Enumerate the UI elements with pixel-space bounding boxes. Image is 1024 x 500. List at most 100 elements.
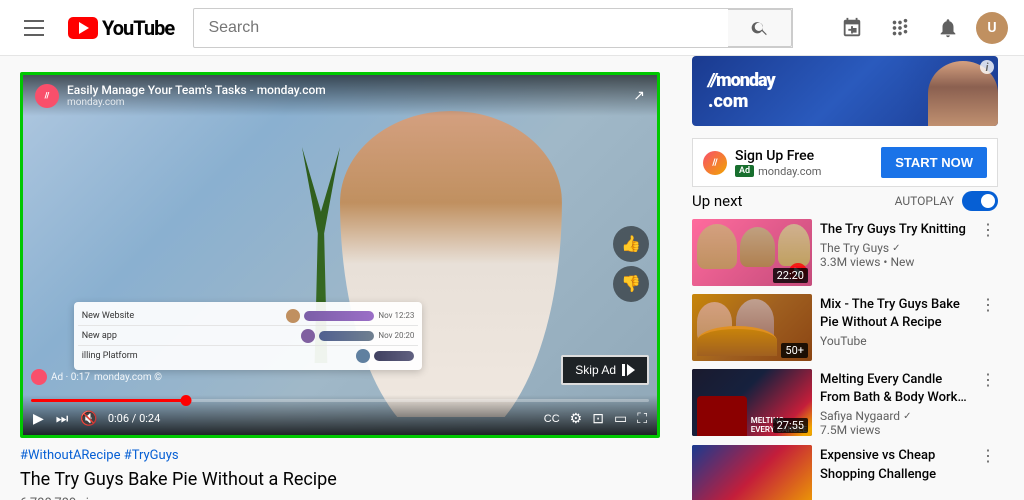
like-button[interactable]: 👍	[613, 226, 649, 262]
video-card-2[interactable]: MELTINGEVERY CANDLE 27:55 Melting Every …	[692, 369, 998, 437]
ad-container: // monday .com i // Sign Up Free	[692, 56, 998, 187]
thumb-2: MELTINGEVERY CANDLE 27:55	[692, 369, 812, 436]
sidebar: // monday .com i // Sign Up Free	[680, 56, 1010, 500]
thumb-face-2	[740, 227, 775, 267]
autoplay-text: AUTOPLAY	[895, 194, 954, 208]
pie-shape	[697, 326, 777, 356]
thumb-bg-3: SALE	[692, 445, 812, 500]
card-more-2[interactable]: ⋮	[978, 369, 998, 389]
search-icon	[751, 19, 769, 37]
channel-name-0: The Try Guys	[820, 241, 889, 255]
ad-info-row: // Sign Up Free Ad monday.com START NOW	[692, 138, 998, 187]
theater-button[interactable]: ▭	[612, 408, 629, 429]
time-current: 0:06	[108, 412, 129, 425]
card-channel-1: YouTube	[820, 334, 970, 348]
progress-bar[interactable]	[31, 399, 649, 402]
card-info-3: Expensive vs Cheap Shopping Challenge	[820, 445, 970, 500]
desk-avatar-2	[301, 329, 315, 343]
verified-icon-2: ✓	[903, 411, 911, 422]
video-card-1[interactable]: 50+ Mix - The Try Guys Bake Pie Without …	[692, 294, 998, 361]
apps-icon[interactable]	[880, 8, 920, 48]
youtube-logo[interactable]: YouTube	[68, 16, 174, 40]
card-views-0: 3.3M views	[820, 255, 880, 269]
time-sep: /	[132, 412, 139, 425]
video-card-0[interactable]: 📡 22:20 The Try Guys Try Knitting The Tr…	[692, 219, 998, 286]
card-more-3[interactable]: ⋮	[978, 445, 998, 465]
card-channel-0: The Try Guys ✓	[820, 241, 970, 255]
desk-bar-3	[374, 351, 414, 361]
hamburger-menu[interactable]	[16, 12, 52, 44]
desk-row-2: New app Nov 20:20	[78, 326, 419, 346]
upload-icon[interactable]	[832, 8, 872, 48]
thumb-duration-0: 22:20	[773, 268, 808, 283]
channel-name-1: YouTube	[820, 334, 867, 348]
video-top-overlay: // Easily Manage Your Team's Tasks - mon…	[23, 75, 657, 116]
video-person	[340, 111, 562, 417]
skip-ad-label: Skip Ad	[575, 363, 616, 377]
card-title-0: The Try Guys Try Knitting	[820, 221, 970, 239]
ad-source-text: monday.com	[758, 165, 821, 178]
ad-time-label: Ad · 0:17	[51, 372, 90, 383]
avatar[interactable]: U	[976, 12, 1008, 44]
thumb-duration-2: 27:55	[773, 418, 808, 433]
skip-ad-button[interactable]: Skip Ad	[561, 355, 649, 385]
channel-name-2: Safiya Nygaard	[820, 409, 900, 423]
time-display: 0:06 / 0:24	[108, 412, 160, 425]
ad-channel-label: monday.com ©	[94, 372, 162, 383]
video-area: New Website Nov 12:23 New app Nov 20:20	[0, 56, 680, 500]
video-tags[interactable]: #WithoutARecipe #TryGuys	[20, 448, 660, 463]
card-info-2: Melting Every Candle From Bath & Body Wo…	[820, 369, 970, 437]
search-input[interactable]	[194, 9, 728, 47]
card-title-3: Expensive vs Cheap Shopping Challenge	[820, 447, 970, 483]
card-title-1: Mix - The Try Guys Bake Pie Without A Re…	[820, 296, 970, 332]
mute-button[interactable]: 🔇	[78, 408, 99, 429]
yt-logo-text: YouTube	[102, 16, 174, 40]
desk-row-3: illing Platform	[78, 346, 419, 366]
monday-ad-banner: // monday .com i	[692, 56, 998, 126]
progress-fill	[31, 399, 186, 402]
video-cards-list: 📡 22:20 The Try Guys Try Knitting The Tr…	[692, 219, 998, 500]
next-button[interactable]: ⏭	[54, 408, 71, 429]
card-more-1[interactable]: ⋮	[978, 294, 998, 314]
desk-row-1: New Website Nov 12:23	[78, 306, 419, 326]
fullscreen-button[interactable]: ⛶	[635, 408, 649, 429]
ad-badge-label: Ad	[735, 165, 754, 177]
video-player-inner: New Website Nov 12:23 New app Nov 20:20	[23, 75, 657, 435]
video-player[interactable]: New Website Nov 12:23 New app Nov 20:20	[20, 72, 660, 438]
time-total: 0:24	[139, 412, 160, 425]
start-now-button[interactable]: START NOW	[881, 147, 987, 178]
card-info-1: Mix - The Try Guys Bake Pie Without A Re…	[820, 294, 970, 361]
header: YouTube U	[0, 0, 1024, 56]
yt-play-icon	[68, 17, 98, 39]
captions-button[interactable]: CC	[542, 411, 562, 427]
card-new-0: New	[890, 255, 914, 269]
play-button[interactable]: ▶	[31, 408, 46, 429]
desk-avatar-1	[286, 309, 300, 323]
header-left: YouTube	[16, 12, 174, 44]
ad-logo-tiny	[31, 369, 47, 385]
autoplay-toggle[interactable]	[962, 191, 998, 211]
miniplayer-button[interactable]: ⊡	[590, 408, 606, 429]
progress-dot	[180, 395, 191, 406]
thumb-3: SALE	[692, 445, 812, 500]
notifications-icon[interactable]	[928, 8, 968, 48]
skip-triangle	[627, 364, 635, 376]
settings-button[interactable]: ⚙	[568, 408, 585, 429]
share-overlay-icon[interactable]: ↗	[633, 88, 645, 104]
card-more-0[interactable]: ⋮	[978, 219, 998, 239]
video-views: 6,788,789 views	[20, 496, 660, 500]
monday-dotcom: .com	[708, 91, 775, 112]
video-card-3[interactable]: SALE Expensive vs Cheap Shopping Challen…	[692, 445, 998, 500]
up-next-label: Up next	[692, 192, 742, 210]
verified-icon-0: ✓	[892, 243, 900, 254]
dislike-button[interactable]: 👎	[613, 266, 649, 302]
sign-up-label: Sign Up Free	[735, 148, 873, 164]
search-button[interactable]	[728, 9, 792, 47]
like-dislike-overlay: 👍 👎	[613, 226, 649, 302]
shopping-bg	[692, 445, 812, 500]
desk-avatar-3	[356, 349, 370, 363]
main-layout: New Website Nov 12:23 New app Nov 20:20	[0, 56, 1024, 500]
ad-info-icon[interactable]: i	[980, 60, 994, 74]
toggle-knob	[981, 194, 995, 208]
monday-logo-line: // monday	[708, 70, 775, 91]
